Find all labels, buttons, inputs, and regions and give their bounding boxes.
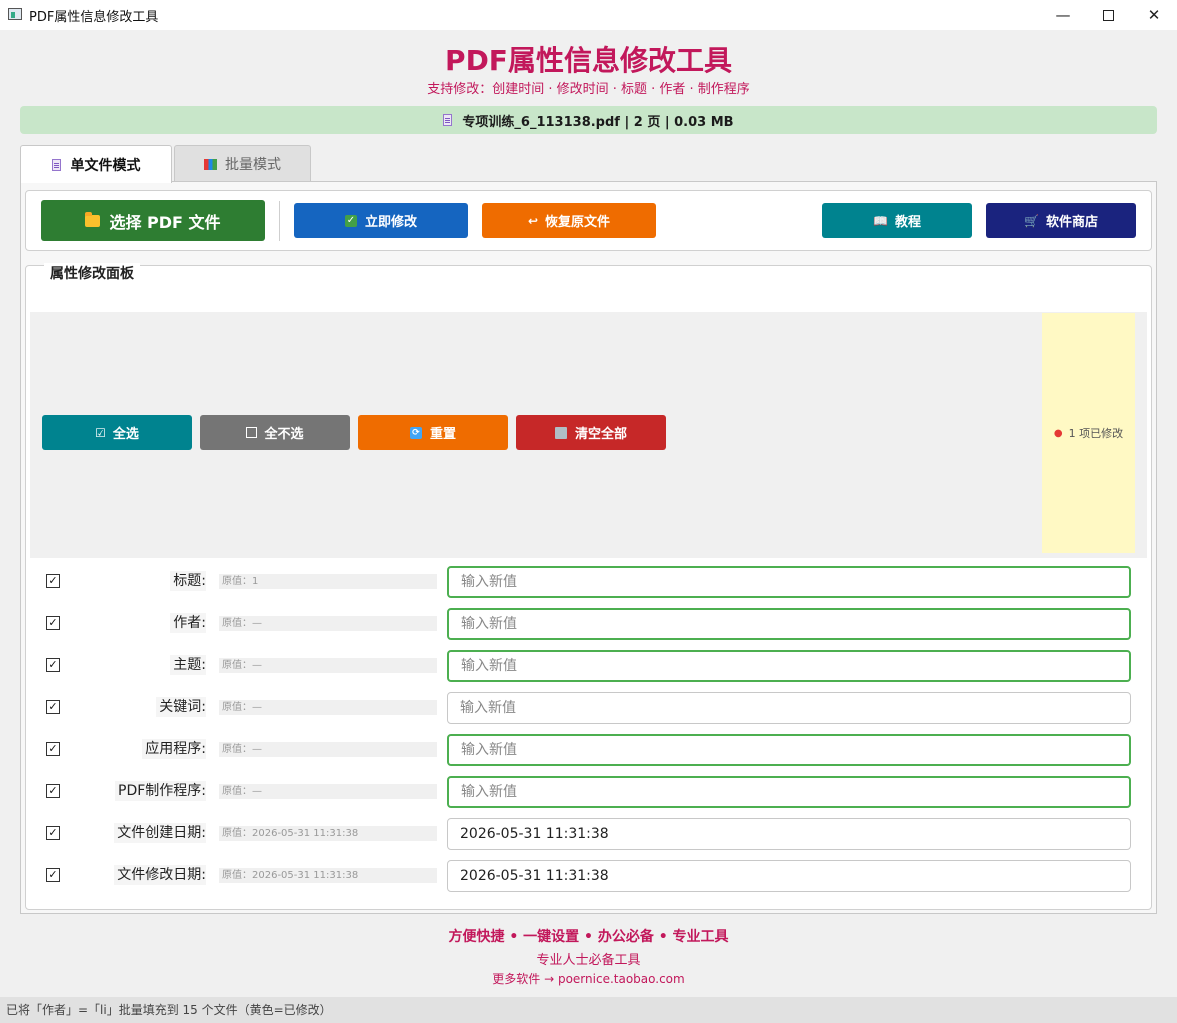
window-title: PDF属性信息修改工具 (29, 10, 159, 25)
document-icon (51, 158, 61, 171)
status-dot-icon: ● (1053, 427, 1063, 439)
book-icon: 📖 (873, 213, 888, 228)
software-store-button[interactable]: 🛒 软件商店 (986, 203, 1136, 238)
original-value: 原值：— (219, 784, 437, 799)
tutorial-button[interactable]: 📖 教程 (822, 203, 972, 238)
footer-slogan: 方便快捷 • 一键设置 • 办公必备 • 专业工具 (448, 929, 729, 945)
clear-all-button[interactable]: 清空全部 (516, 415, 666, 450)
field-checkbox[interactable]: ✓ (46, 574, 60, 588)
undo-icon: ↩ (527, 213, 539, 228)
select-all-button[interactable]: ☑ 全选 (42, 415, 192, 450)
store-label: 软件商店 (1045, 215, 1098, 230)
original-value: 原值：— (219, 700, 437, 715)
modified-date-input[interactable] (447, 860, 1131, 892)
store-link[interactable]: 更多软件 → poernice.taobao.com (0, 970, 1177, 987)
app-icon (8, 8, 22, 20)
field-row-modified-date: ✓ 文件修改日期: 原值：2026-05-31 11:31:38 (30, 860, 1147, 902)
field-row-subject: ✓ 主题: 原值：— (30, 650, 1147, 692)
restore-label: 恢复原文件 (545, 215, 611, 230)
field-row-title: ✓ 标题: 原值：1 (30, 566, 1147, 608)
file-info-bar: 专项训练_6_113138.pdf | 2 页 | 0.03 MB (20, 106, 1157, 134)
footer-tagline: 专业人士必备工具 (536, 953, 641, 968)
document-icon (443, 114, 453, 126)
tutorial-label: 教程 (894, 215, 921, 230)
select-pdf-label: 选择 PDF 文件 (109, 212, 221, 232)
original-value: 原值：— (219, 742, 437, 757)
panel-title: 属性修改面板 (44, 263, 140, 283)
maximize-icon (1102, 9, 1114, 21)
field-row-pdf-producer: ✓ PDF制作程序: 原值：— (30, 776, 1147, 818)
field-row-keywords: ✓ 关键词: 原值：— (30, 692, 1147, 734)
maximize-button[interactable] (1085, 0, 1131, 30)
status-bar: 已将「作者」=「li」批量填充到 15 个文件（黄色=已修改） (0, 997, 1177, 1023)
select-none-label: 全不选 (264, 427, 304, 442)
field-label: 主题: (170, 655, 206, 675)
application-input[interactable] (447, 734, 1131, 766)
apply-button[interactable]: ✓ 立即修改 (294, 203, 468, 238)
field-label: 标题: (170, 571, 206, 591)
select-none-button[interactable]: 全不选 (200, 415, 350, 450)
pdf-producer-input[interactable] (447, 776, 1131, 808)
field-label: 关键词: (156, 697, 206, 717)
select-pdf-button[interactable]: 选择 PDF 文件 (41, 200, 265, 241)
tab-single-file[interactable]: 单文件模式 (20, 145, 172, 183)
checkbox-checked-icon: ☑ (95, 425, 106, 440)
app-subtitle: 支持修改：创建时间 · 修改时间 · 标题 · 作者 · 制作程序 (427, 82, 750, 97)
field-checkbox[interactable]: ✓ (46, 784, 60, 798)
field-label: 文件修改日期: (114, 865, 206, 885)
reset-label: 重置 (429, 427, 456, 442)
field-label: 文件创建日期: (114, 823, 206, 843)
folder-icon (85, 211, 101, 227)
field-checkbox[interactable]: ✓ (46, 658, 60, 672)
title-bar: PDF属性信息修改工具 — ✕ (0, 0, 1177, 30)
toolbar-divider (279, 201, 280, 241)
app-window: PDF属性信息修改工具 — ✕ PDF属性信息修改工具 支持修改：创建时间 · … (0, 0, 1177, 1023)
original-value: 原值：2026-05-31 11:31:38 (219, 868, 437, 883)
app-header: PDF属性信息修改工具 支持修改：创建时间 · 修改时间 · 标题 · 作者 ·… (0, 44, 1177, 98)
trash-icon (554, 426, 567, 439)
field-row-application: ✓ 应用程序: 原值：— (30, 734, 1147, 776)
app-title: PDF属性信息修改工具 (445, 44, 732, 77)
original-value: 原值：2026-05-31 11:31:38 (219, 826, 437, 841)
tab-label: 单文件模式 (70, 157, 141, 174)
author-input[interactable] (447, 608, 1131, 640)
subject-input[interactable] (447, 650, 1131, 682)
created-date-input[interactable] (447, 818, 1131, 850)
checkmark-icon: ✓ (344, 214, 357, 227)
tab-batch[interactable]: 批量模式 (174, 145, 311, 182)
file-info-text: 专项训练_6_113138.pdf | 2 页 | 0.03 MB (462, 114, 734, 130)
close-button[interactable]: ✕ (1131, 0, 1177, 30)
field-row-created-date: ✓ 文件创建日期: 原值：2026-05-31 11:31:38 (30, 818, 1147, 860)
modified-status: ● 1 项已修改 (1042, 313, 1135, 553)
select-all-label: 全选 (112, 427, 139, 442)
field-checkbox[interactable]: ✓ (46, 616, 60, 630)
field-checkbox[interactable]: ✓ (46, 868, 60, 882)
apply-label: 立即修改 (364, 215, 417, 230)
field-label: PDF制作程序: (115, 781, 206, 801)
cart-icon: 🛒 (1024, 213, 1039, 228)
title-input[interactable] (447, 566, 1131, 598)
refresh-icon: ⟳ (409, 426, 422, 439)
field-label: 应用程序: (142, 739, 206, 759)
field-checkbox[interactable]: ✓ (46, 700, 60, 714)
clear-all-label: 清空全部 (574, 427, 627, 442)
original-value: 原值：1 (219, 574, 437, 589)
tab-label: 批量模式 (225, 157, 281, 173)
field-checkbox[interactable]: ✓ (46, 742, 60, 756)
field-label: 作者: (170, 613, 206, 633)
checkbox-empty-icon (246, 427, 258, 438)
modified-status-text: 1 项已修改 (1068, 427, 1124, 440)
restore-button[interactable]: ↩ 恢复原文件 (482, 203, 656, 238)
minimize-button[interactable]: — (1040, 0, 1086, 30)
field-row-author: ✓ 作者: 原值：— (30, 608, 1147, 650)
reset-button[interactable]: ⟳ 重置 (358, 415, 508, 450)
original-value: 原值：— (219, 658, 437, 673)
original-value: 原值：— (219, 616, 437, 631)
keywords-input[interactable] (447, 692, 1131, 724)
books-icon (204, 158, 217, 170)
field-checkbox[interactable]: ✓ (46, 826, 60, 840)
